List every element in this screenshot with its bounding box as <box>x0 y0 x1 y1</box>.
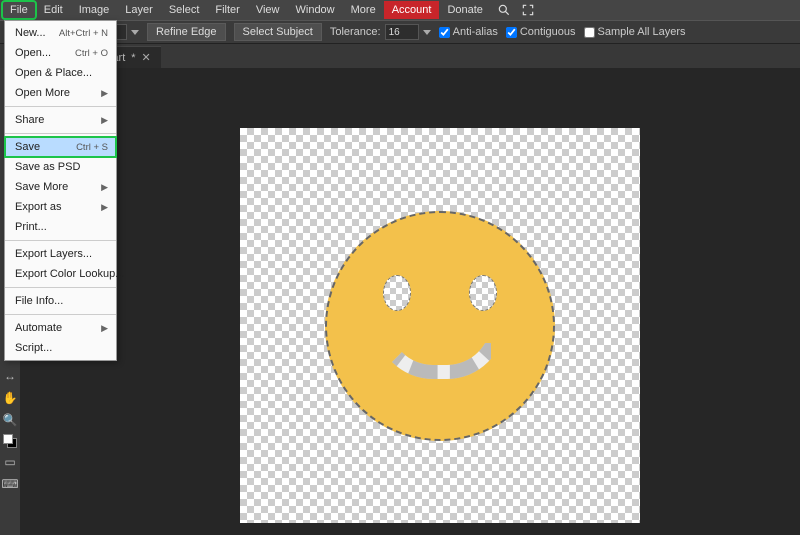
sample-all-checkbox[interactable]: Sample All Layers <box>584 26 686 38</box>
menu-layer[interactable]: Layer <box>117 1 161 19</box>
select-subject-button[interactable]: Select Subject <box>234 23 322 41</box>
dropdown-item-save-as-psd[interactable]: Save as PSD <box>5 157 116 177</box>
canvas[interactable] <box>240 128 640 523</box>
dropdown-item-label: Export as <box>15 201 61 213</box>
dropdown-item-file-info[interactable]: File Info... <box>5 291 116 311</box>
dropdown-item-label: Print... <box>15 221 47 233</box>
dropdown-item-label: Open... <box>15 47 51 59</box>
dropdown-item-label: Script... <box>15 342 52 354</box>
fullscreen-icon[interactable] <box>519 1 537 19</box>
antialias-checkbox[interactable]: Anti-alias <box>439 26 498 38</box>
dropdown-item-script[interactable]: Script... <box>5 338 116 358</box>
menu-window[interactable]: Window <box>288 1 343 19</box>
dropdown-item-print[interactable]: Print... <box>5 217 116 237</box>
dropdown-item-label: Open & Place... <box>15 67 92 79</box>
dropdown-shortcut: Alt+Ctrl + N <box>59 28 108 39</box>
dropdown-item-label: Export Layers... <box>15 248 92 260</box>
quickmask-icon[interactable]: ▭ <box>2 454 18 470</box>
hand-tool-icon[interactable]: ✋ <box>2 390 18 406</box>
dropdown-item-open-more[interactable]: Open More ▶ <box>5 83 116 103</box>
refine-edge-button[interactable]: Refine Edge <box>147 23 226 41</box>
dropdown-item-label: File Info... <box>15 295 63 307</box>
submenu-arrow-icon: ▶ <box>101 182 108 193</box>
tab-dirty-indicator: * <box>131 52 135 64</box>
search-icon[interactable] <box>495 1 513 19</box>
submenu-arrow-icon: ▶ <box>101 323 108 334</box>
dropdown-item-label: Automate <box>15 322 62 334</box>
menu-image[interactable]: Image <box>71 1 118 19</box>
dropdown-separator <box>5 133 116 134</box>
smiley-eye-left <box>383 275 411 311</box>
menu-edit[interactable]: Edit <box>36 1 71 19</box>
dropdown-item-automate[interactable]: Automate ▶ <box>5 318 116 338</box>
dropdown-item-label: Open More <box>15 87 70 99</box>
contiguous-checkbox[interactable]: Contiguous <box>506 26 576 38</box>
dropdown-item-label: Save <box>15 141 40 153</box>
dropdown-item-label: Share <box>15 114 44 126</box>
smiley-image <box>325 211 555 441</box>
transparency-background <box>240 128 640 523</box>
tolerance-label: Tolerance: <box>330 26 381 38</box>
dropdown-item-label: Save More <box>15 181 68 193</box>
feather-stepper[interactable] <box>131 30 139 35</box>
dropdown-item-open[interactable]: Open... Ctrl + O <box>5 43 116 63</box>
submenu-arrow-icon: ▶ <box>101 202 108 213</box>
menu-account[interactable]: Account <box>384 1 440 19</box>
smiley-mouth <box>375 321 505 379</box>
zoom-tool-icon[interactable]: 🔍 <box>2 412 18 428</box>
dropdown-item-export-as[interactable]: Export as ▶ <box>5 197 116 217</box>
dropdown-separator <box>5 314 116 315</box>
smiley-eye-right <box>469 275 497 311</box>
file-dropdown: New... Alt+Ctrl + N Open... Ctrl + O Open & … <box>4 20 117 361</box>
menu-select[interactable]: Select <box>161 1 208 19</box>
menu-more[interactable]: More <box>343 1 384 19</box>
keyboard-icon[interactable]: ⌨ <box>2 476 18 492</box>
dropdown-item-label: Save as PSD <box>15 161 80 173</box>
dropdown-shortcut: Ctrl + S <box>76 142 108 153</box>
dropdown-item-new[interactable]: New... Alt+Ctrl + N <box>5 23 116 43</box>
options-bar: Feather: Refine Edge Select Subject Tole… <box>0 20 800 44</box>
document-tabs: free-smiley-face-clipart * ✕ <box>0 44 800 68</box>
tolerance-input[interactable] <box>385 24 419 40</box>
menu-file[interactable]: File <box>2 1 36 19</box>
tab-close-icon[interactable]: ✕ <box>142 51 151 64</box>
workspace <box>20 68 800 535</box>
dropdown-item-label: New... <box>15 27 46 39</box>
dropdown-item-export-color-lookup[interactable]: Export Color Lookup... <box>5 264 116 284</box>
submenu-arrow-icon: ▶ <box>101 88 108 99</box>
tolerance-stepper[interactable] <box>423 30 431 35</box>
dropdown-item-save-more[interactable]: Save More ▶ <box>5 177 116 197</box>
dropdown-item-save[interactable]: Save Ctrl + S <box>5 137 116 157</box>
move-tool-icon[interactable]: ↔ <box>2 368 18 384</box>
menu-donate[interactable]: Donate <box>439 1 490 19</box>
submenu-arrow-icon: ▶ <box>101 115 108 126</box>
menubar: File Edit Image Layer Select Filter View… <box>0 0 800 20</box>
dropdown-separator <box>5 240 116 241</box>
dropdown-shortcut: Ctrl + O <box>75 48 108 59</box>
dropdown-separator <box>5 106 116 107</box>
dropdown-item-export-layers[interactable]: Export Layers... <box>5 244 116 264</box>
menu-filter[interactable]: Filter <box>207 1 247 19</box>
dropdown-item-label: Export Color Lookup... <box>15 268 124 280</box>
dropdown-item-share[interactable]: Share ▶ <box>5 110 116 130</box>
color-swatch[interactable] <box>3 434 17 448</box>
menu-view[interactable]: View <box>248 1 288 19</box>
dropdown-item-open-place[interactable]: Open & Place... <box>5 63 116 83</box>
dropdown-separator <box>5 287 116 288</box>
